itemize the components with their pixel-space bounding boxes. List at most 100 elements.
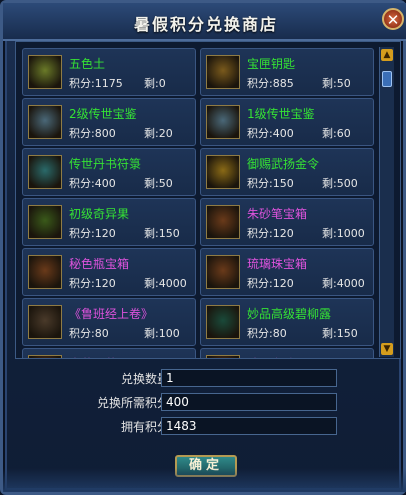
list-item[interactable]: 珠翠之珍积分:剩: bbox=[200, 348, 374, 358]
item-info: 积分:120 剩:150 bbox=[69, 225, 180, 241]
item-name: 1级传世宝鉴 bbox=[247, 107, 315, 121]
item-name: 青花层蒙 bbox=[69, 355, 117, 358]
score-value: 120 bbox=[94, 227, 116, 240]
score-label: 积分: bbox=[69, 227, 95, 240]
score-label: 积分: bbox=[247, 77, 273, 90]
item-name: 《鲁班经上卷》 bbox=[69, 307, 154, 321]
remain-value: 4000 bbox=[158, 277, 187, 290]
bottom-decoration bbox=[3, 468, 406, 492]
score-label: 积分: bbox=[69, 77, 95, 90]
item-info: 积分:120 剩:4000 bbox=[247, 275, 365, 291]
owned-points-value: 1483 bbox=[161, 417, 337, 435]
remain-label: 剩: bbox=[144, 177, 159, 190]
list-item[interactable]: 五色土积分:1175 剩:0 bbox=[22, 48, 196, 96]
remain-value: 100 bbox=[158, 327, 180, 340]
shop-window: 暑假积分兑换商店 ✕ 五色土 积分:1175 剩:0 宝匣钥匙 积分:885 剩:50 2级… bbox=[0, 0, 406, 495]
scroll-up-icon[interactable]: ▲ bbox=[381, 49, 393, 61]
required-points-label: 兑换所需积分 bbox=[96, 396, 169, 410]
score-label: 积分: bbox=[247, 127, 273, 140]
remain-value: 150 bbox=[336, 327, 358, 340]
remain-value: 150 bbox=[158, 227, 180, 240]
score-value: 885 bbox=[272, 77, 294, 90]
list-item[interactable]: 传世丹书符箓 积分:400 剩:50 bbox=[22, 148, 196, 196]
item-info: 积分:1175 剩:0 bbox=[69, 75, 166, 91]
item-info: 积分:120 剩:1000 bbox=[247, 225, 365, 241]
soil-icon bbox=[28, 55, 62, 89]
remain-value: 60 bbox=[336, 127, 351, 140]
item-info: 积分:150 剩:500 bbox=[247, 175, 358, 191]
item-info: 积分:400 剩:50 bbox=[69, 175, 173, 191]
list-item[interactable]: 琉璃珠宝箱积分:120 剩:4000 bbox=[200, 248, 374, 296]
score-value: 400 bbox=[272, 127, 294, 140]
list-item[interactable]: 1级传世宝鉴 积分:400 剩:60 bbox=[200, 98, 374, 146]
item-info: 积分:80 剩:150 bbox=[247, 325, 358, 341]
list-item[interactable]: 2级传世宝鉴积分:800 剩:20 bbox=[22, 98, 196, 146]
item-name: 妙品高级碧柳露 bbox=[247, 307, 332, 321]
item-name: 传世丹书符箓 bbox=[69, 157, 142, 171]
remain-label: 剩: bbox=[322, 177, 337, 190]
close-button[interactable]: ✕ bbox=[382, 8, 404, 30]
mirror-icon bbox=[206, 105, 240, 139]
remain-label: 剩: bbox=[144, 327, 159, 340]
remain-label: 剩: bbox=[322, 77, 337, 90]
title-bar[interactable]: 暑假积分兑换商店 ✕ bbox=[3, 3, 406, 41]
item-name: 珠翠之珍 bbox=[247, 355, 295, 358]
item-info: 积分:120 剩:4000 bbox=[69, 275, 187, 291]
list-item[interactable]: 御赐武扬金令 积分:150 剩:500 bbox=[200, 148, 374, 196]
score-label: 积分: bbox=[247, 277, 273, 290]
item-info: 积分:800 剩:20 bbox=[69, 125, 173, 141]
score-value: 80 bbox=[272, 327, 287, 340]
score-value: 400 bbox=[94, 177, 116, 190]
chest-icon bbox=[28, 355, 62, 358]
quantity-input[interactable]: 1 bbox=[161, 369, 337, 387]
score-value: 150 bbox=[272, 177, 294, 190]
remain-label: 剩: bbox=[144, 77, 159, 90]
close-icon: ✕ bbox=[386, 11, 400, 29]
item-info: 积分:80 剩:100 bbox=[69, 325, 180, 341]
list-item[interactable]: 朱砂笔宝箱 积分:120 剩:1000 bbox=[200, 198, 374, 246]
remain-label: 剩: bbox=[322, 327, 337, 340]
exchange-form: 兑换数量 1 兑换所需积分 400 拥有积分 1483 bbox=[15, 363, 399, 443]
score-value: 1175 bbox=[94, 77, 123, 90]
chest-icon bbox=[28, 255, 62, 289]
item-name: 2级传世宝鉴 bbox=[69, 107, 137, 121]
item-name: 秘色瓶宝箱 bbox=[69, 257, 130, 271]
score-label: 积分: bbox=[247, 327, 273, 340]
scrollbar[interactable]: ▲ ▼ bbox=[379, 47, 394, 357]
item-name: 五色土 bbox=[69, 57, 106, 71]
list-item[interactable]: 《鲁班经上卷》 积分:80 剩:100 bbox=[22, 298, 196, 346]
list-item[interactable]: 初级奇异果 积分:120 剩:150 bbox=[22, 198, 196, 246]
score-value: 80 bbox=[94, 327, 109, 340]
window-title: 暑假积分兑换商店 bbox=[133, 15, 278, 34]
score-value: 120 bbox=[272, 227, 294, 240]
score-label: 积分: bbox=[247, 177, 273, 190]
score-label: 积分: bbox=[69, 177, 95, 190]
list-item[interactable]: 妙品高级碧柳露 积分:80 剩:150 bbox=[200, 298, 374, 346]
remain-label: 剩: bbox=[144, 277, 159, 290]
remain-label: 剩: bbox=[322, 127, 337, 140]
remain-value: 500 bbox=[336, 177, 358, 190]
scroll-down-icon[interactable]: ▼ bbox=[381, 343, 393, 355]
remain-value: 50 bbox=[336, 77, 351, 90]
item-name: 琉璃珠宝箱 bbox=[247, 257, 308, 271]
key-icon bbox=[206, 55, 240, 89]
book-icon bbox=[28, 305, 62, 339]
list-item[interactable]: 秘色瓶宝箱 积分:120 剩:4000 bbox=[22, 248, 196, 296]
list-item[interactable]: 青花层蒙积分:剩: bbox=[22, 348, 196, 358]
talisman-icon bbox=[28, 155, 62, 189]
score-value: 120 bbox=[94, 277, 116, 290]
chest-icon bbox=[206, 255, 240, 289]
item-info: 积分:885 剩:50 bbox=[247, 75, 351, 91]
remain-value: 4000 bbox=[336, 277, 365, 290]
list-item[interactable]: 宝匣钥匙 积分:885 剩:50 bbox=[200, 48, 374, 96]
score-label: 积分: bbox=[247, 227, 273, 240]
remain-value: 0 bbox=[158, 77, 166, 90]
mirror-icon bbox=[28, 105, 62, 139]
score-value: 120 bbox=[272, 277, 294, 290]
remain-label: 剩: bbox=[322, 227, 337, 240]
remain-label: 剩: bbox=[144, 127, 159, 140]
item-name: 朱砂笔宝箱 bbox=[247, 207, 308, 221]
scroll-thumb[interactable] bbox=[382, 71, 392, 87]
remain-label: 剩: bbox=[144, 227, 159, 240]
item-list: 五色土 积分:1175 剩:0 宝匣钥匙 积分:885 剩:50 2级传世宝鉴 积分:800 剩… bbox=[15, 41, 401, 359]
